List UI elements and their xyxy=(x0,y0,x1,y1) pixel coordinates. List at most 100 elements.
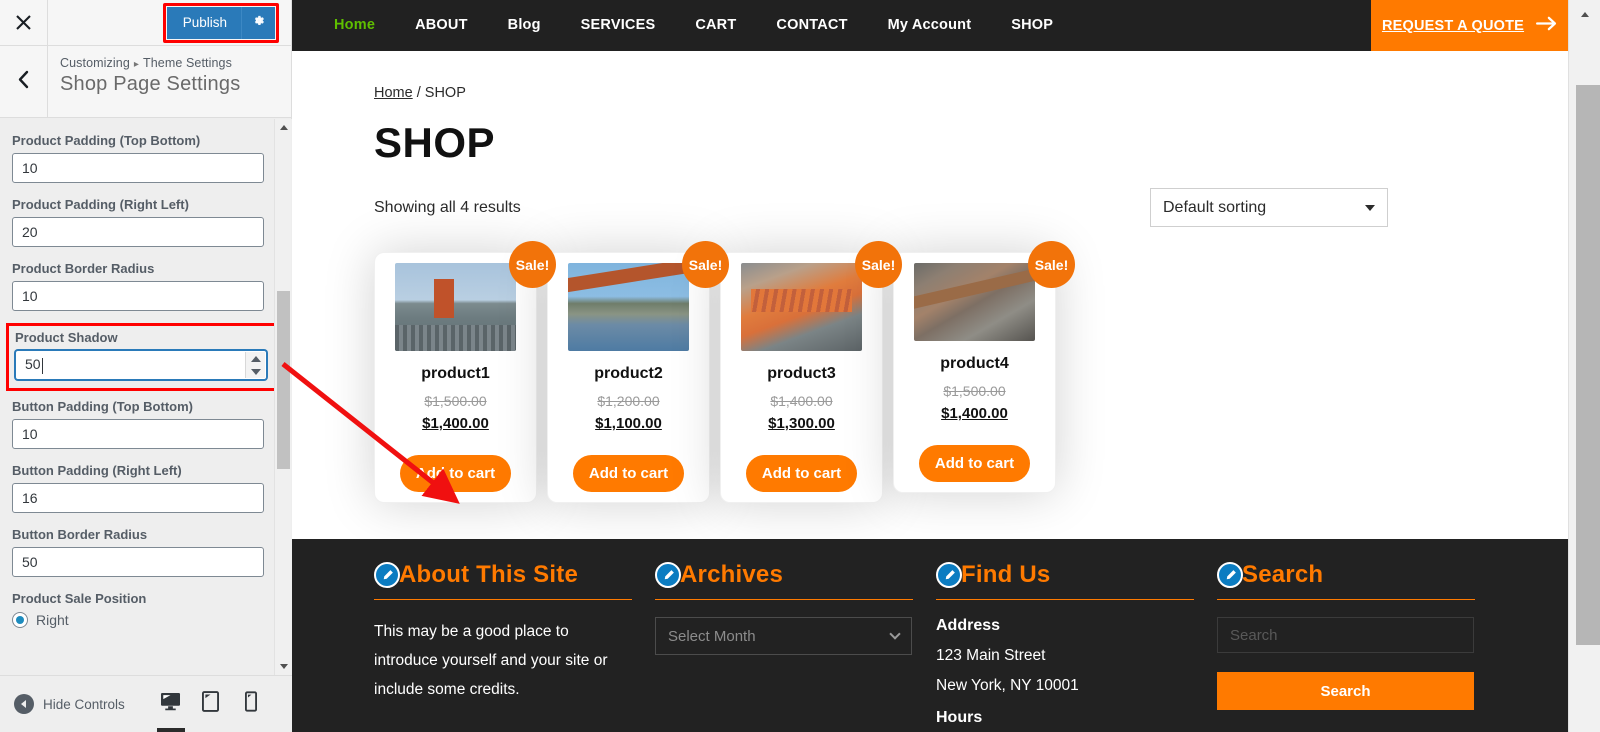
desktop-preview-button[interactable] xyxy=(151,676,191,732)
product-name[interactable]: product2 xyxy=(594,365,662,383)
chevron-down-icon xyxy=(889,628,901,640)
radio-button[interactable] xyxy=(12,612,28,628)
nav-item-about[interactable]: ABOUT xyxy=(395,0,488,51)
pencil-edit-icon[interactable] xyxy=(936,562,962,588)
product-image[interactable] xyxy=(568,263,689,351)
pencil-edit-icon[interactable] xyxy=(655,562,681,588)
product-name[interactable]: product3 xyxy=(767,365,835,383)
product-card[interactable]: Sale! product2 $1,200.00 $1,100.00 Add t… xyxy=(547,241,729,503)
sale-badge: Sale! xyxy=(509,241,556,288)
footer-widget-heading-row: About This Site xyxy=(374,561,637,589)
product-old-price: $1,500.00 xyxy=(424,393,487,409)
footer-heading: Archives xyxy=(680,561,783,588)
product-border-radius-input[interactable]: 10 xyxy=(12,281,264,311)
control-button-padding-right-left: Button Padding (Right Left) 16 xyxy=(12,463,280,513)
arrow-right-icon xyxy=(1536,16,1557,36)
product-image[interactable] xyxy=(914,263,1035,341)
publish-button[interactable]: Publish xyxy=(167,7,241,39)
breadcrumb-home-link[interactable]: Home xyxy=(374,85,413,101)
footer-widget-heading-row: Search xyxy=(1217,561,1480,589)
chevron-down-icon xyxy=(1365,204,1375,211)
address-line-2: New York, NY 10001 xyxy=(936,677,1079,694)
product-padding-top-bottom-input[interactable]: 10 xyxy=(12,153,264,183)
tablet-preview-button[interactable] xyxy=(191,676,231,732)
sorting-selected-value: Default sorting xyxy=(1163,198,1267,216)
nav-item-contact[interactable]: CONTACT xyxy=(756,0,867,51)
device-preview-buttons xyxy=(151,676,271,732)
nav-item-blog[interactable]: Blog xyxy=(488,0,561,51)
sidebar-scrollbar[interactable] xyxy=(274,119,291,675)
request-a-quote-button[interactable]: REQUEST A QUOTE xyxy=(1371,0,1568,51)
pencil-edit-icon[interactable] xyxy=(1217,562,1243,588)
scroll-down-icon[interactable] xyxy=(275,658,292,675)
nav-item-shop[interactable]: SHOP xyxy=(991,0,1073,51)
number-spinner[interactable] xyxy=(245,352,265,378)
back-button[interactable] xyxy=(0,46,48,117)
product-name[interactable]: product1 xyxy=(421,365,489,383)
control-label: Product Sale Position xyxy=(12,591,147,606)
product-image[interactable] xyxy=(395,263,516,351)
add-to-cart-button[interactable]: Add to cart xyxy=(399,455,512,492)
customizer-fields: Product Padding (Top Bottom) 10 Product … xyxy=(0,119,292,646)
button-border-radius-input[interactable]: 50 xyxy=(12,547,264,577)
publish-button-group[interactable]: Publish xyxy=(166,6,275,39)
footer-widget-heading-row: Find Us xyxy=(936,561,1199,589)
scroll-up-icon[interactable] xyxy=(275,119,292,136)
footer-widget-body: Address 123 Main Street New York, NY 100… xyxy=(936,617,1199,727)
product-card[interactable]: Sale! product4 $1,500.00 $1,400.00 Add t… xyxy=(893,241,1075,493)
chevron-left-icon xyxy=(17,70,30,94)
product-card[interactable]: Sale! product3 $1,400.00 $1,300.00 Add t… xyxy=(720,241,902,503)
control-product-shadow: Product Shadow 50 xyxy=(6,323,286,391)
add-to-cart-button[interactable]: Add to cart xyxy=(745,455,858,492)
close-customizer-button[interactable] xyxy=(0,0,48,45)
nav-item-services[interactable]: SERVICES xyxy=(561,0,676,51)
control-label: Button Border Radius xyxy=(12,527,148,542)
preview-scrollbar[interactable] xyxy=(1568,0,1600,732)
sale-badge: Sale! xyxy=(682,241,729,288)
product-image[interactable] xyxy=(741,263,862,351)
scroll-up-icon[interactable] xyxy=(1569,0,1600,28)
sidebar-scrollbar-thumb[interactable] xyxy=(277,291,290,469)
footer-widget-archives: Archives Select Month xyxy=(655,561,936,727)
product-name[interactable]: product4 xyxy=(940,355,1008,373)
product-sale-price: $1,400.00 xyxy=(422,415,489,432)
hours-label: Hours xyxy=(936,709,983,726)
page-title: Shop Page Settings xyxy=(60,73,241,95)
nav-item-my-account[interactable]: My Account xyxy=(868,0,992,51)
sorting-select[interactable]: Default sorting xyxy=(1150,188,1388,227)
product-shadow-value: 50 xyxy=(25,356,41,373)
publish-settings-button[interactable] xyxy=(241,6,275,39)
nav-item-cart[interactable]: CART xyxy=(675,0,756,51)
footer-widget-find-us: Find Us Address 123 Main Street New York… xyxy=(936,561,1217,727)
nav-menu: Home ABOUT Blog SERVICES CART CONTACT My… xyxy=(292,0,1371,51)
hide-controls-button[interactable]: Hide Controls xyxy=(0,694,125,714)
spinner-down-icon[interactable] xyxy=(250,368,261,375)
preview-scrollbar-thumb[interactable] xyxy=(1576,85,1600,645)
mobile-preview-button[interactable] xyxy=(231,676,271,732)
product-sale-price: $1,100.00 xyxy=(595,415,662,432)
product-shadow-input[interactable]: 50 xyxy=(15,350,267,380)
sale-badge: Sale! xyxy=(1028,241,1075,288)
add-to-cart-button[interactable]: Add to cart xyxy=(572,455,685,492)
about-text: This may be a good place to introduce yo… xyxy=(374,623,608,698)
publish-area: Publish xyxy=(48,0,291,45)
product-sale-price: $1,400.00 xyxy=(941,405,1008,422)
breadcrumb-parent[interactable]: Theme Settings xyxy=(143,56,232,70)
search-input[interactable]: Search xyxy=(1217,617,1474,653)
control-label: Button Padding (Right Left) xyxy=(12,463,182,478)
breadcrumb-root: Customizing xyxy=(60,56,130,70)
control-label: Product Shadow xyxy=(15,330,118,345)
button-padding-right-left-input[interactable]: 16 xyxy=(12,483,264,513)
sale-position-option-right[interactable]: Right xyxy=(12,612,280,628)
search-button[interactable]: Search xyxy=(1217,672,1474,710)
spinner-up-icon[interactable] xyxy=(250,355,261,362)
nav-item-home[interactable]: Home xyxy=(314,0,395,51)
button-padding-top-bottom-input[interactable]: 10 xyxy=(12,419,264,449)
radio-label: Right xyxy=(36,612,69,628)
add-to-cart-button[interactable]: Add to cart xyxy=(918,445,1031,482)
select-month-dropdown[interactable]: Select Month xyxy=(655,617,912,655)
product-old-price: $1,500.00 xyxy=(943,383,1006,399)
product-padding-right-left-input[interactable]: 20 xyxy=(12,217,264,247)
product-card[interactable]: Sale! product1 $1,500.00 $1,400.00 Add t… xyxy=(374,241,556,503)
pencil-edit-icon[interactable] xyxy=(374,562,400,588)
